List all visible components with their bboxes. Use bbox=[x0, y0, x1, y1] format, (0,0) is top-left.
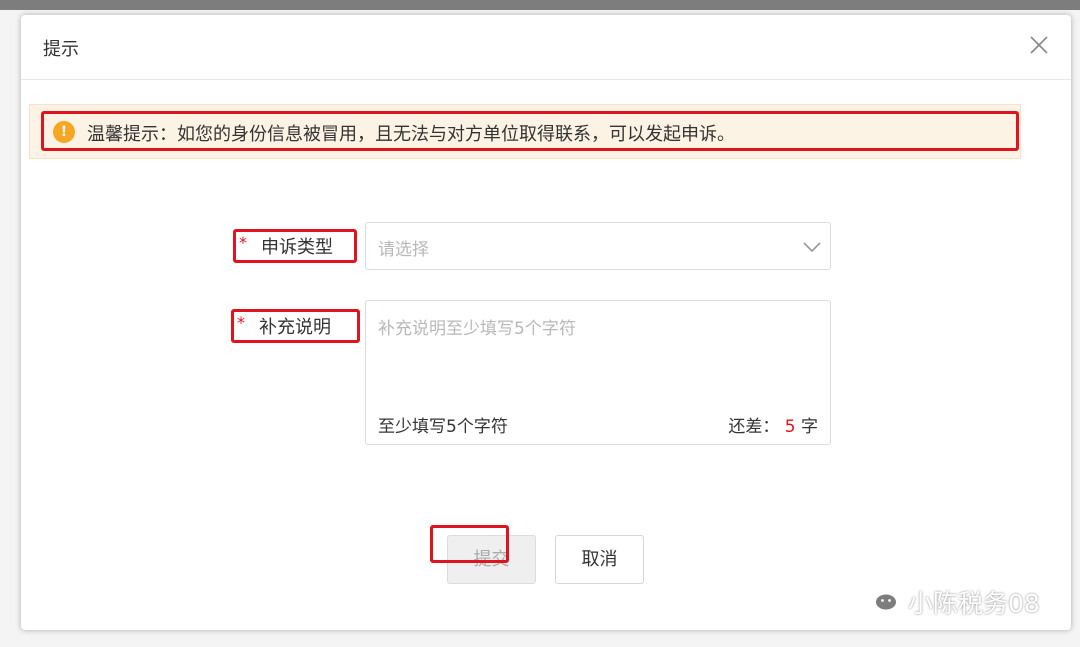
remaining-counter: 还差： 5 字 bbox=[728, 412, 818, 437]
chevron-down-icon bbox=[802, 239, 822, 253]
remaining-suffix: 字 bbox=[801, 417, 818, 437]
watermark-text: 小陈税务08 bbox=[908, 589, 1040, 618]
wechat-icon bbox=[858, 584, 902, 614]
submit-highlight-box bbox=[430, 525, 509, 563]
supplement-label: 补充说明 bbox=[259, 317, 331, 338]
dialog-title: 提示 bbox=[43, 39, 79, 60]
appeal-type-label: 申诉类型 bbox=[261, 237, 333, 258]
close-icon[interactable] bbox=[1027, 33, 1051, 57]
supplement-hint: 至少填写5个字符 bbox=[378, 417, 508, 437]
dialog-header: 提示 bbox=[21, 15, 1071, 80]
tip-highlight-box bbox=[41, 111, 1019, 151]
cancel-button[interactable]: 取消 bbox=[555, 535, 644, 584]
required-mark: * bbox=[239, 233, 247, 252]
remaining-count: 5 bbox=[784, 417, 796, 437]
supplement-placeholder: 补充说明至少填写5个字符 bbox=[378, 319, 576, 339]
appeal-type-placeholder: 请选择 bbox=[378, 240, 429, 260]
supplement-textarea[interactable]: 补充说明至少填写5个字符 至少填写5个字符 还差： 5 字 bbox=[365, 300, 831, 445]
required-mark: * bbox=[237, 313, 245, 332]
remaining-prefix: 还差： bbox=[728, 417, 780, 437]
appeal-type-select[interactable]: 请选择 bbox=[365, 222, 831, 270]
